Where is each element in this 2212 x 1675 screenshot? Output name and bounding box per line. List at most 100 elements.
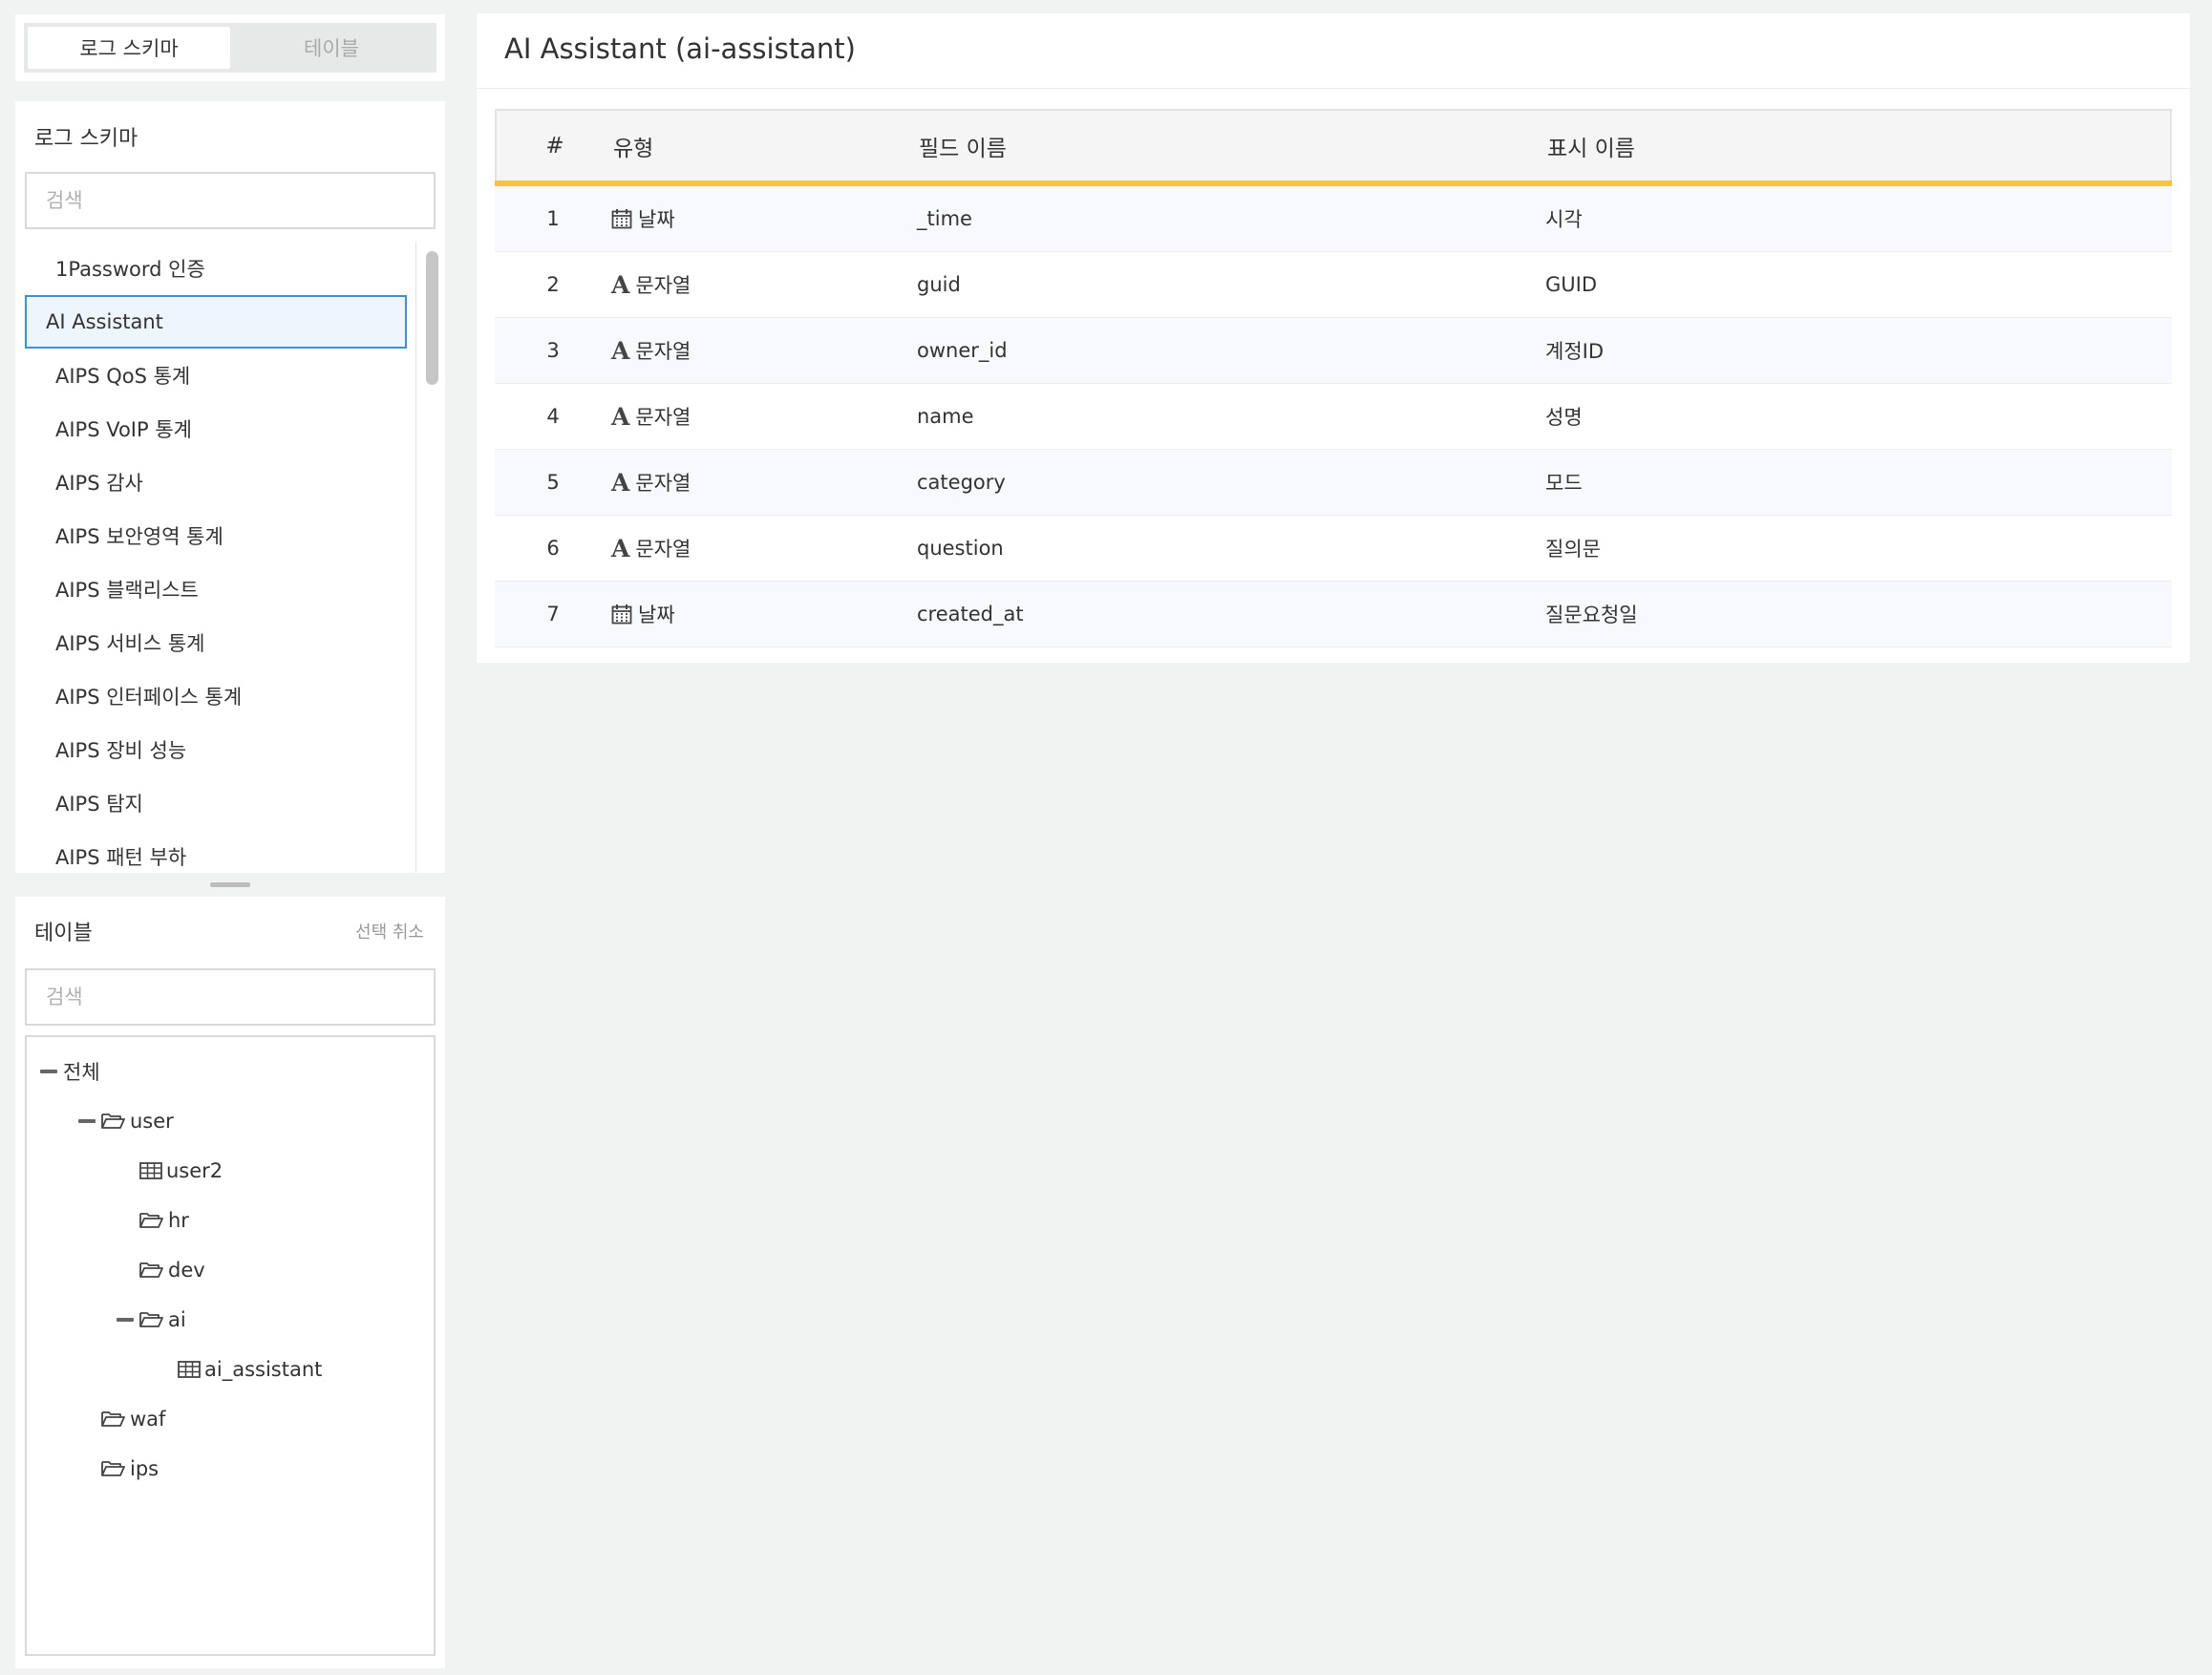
tab-log-schema[interactable]: 로그 스키마 (28, 27, 230, 69)
collapse-icon[interactable] (40, 1070, 57, 1073)
tree-node-ai[interactable]: ai (117, 1301, 186, 1339)
column-header-num[interactable]: # (497, 134, 613, 159)
tree-node-ai-assistant[interactable]: ai_assistant (178, 1350, 322, 1389)
panel-resize-handle[interactable] (210, 882, 250, 887)
schema-item-aips-qos[interactable]: AIPS QoS 통계 (25, 349, 407, 402)
schema-item-label: AIPS 보안영역 통계 (55, 525, 223, 548)
cell-display-name: 모드 (1545, 472, 1583, 495)
log-schema-list: 1Password 인증 AI Assistant AIPS QoS 통계 AI… (15, 242, 416, 873)
tree-node-label: dev (168, 1259, 205, 1282)
string-icon: A (611, 534, 630, 562)
scrollbar-thumb[interactable] (426, 251, 438, 385)
column-header-field[interactable]: 필드 이름 (919, 130, 1547, 162)
cell-display-name: 계정ID (1545, 340, 1605, 363)
schema-item-label: AIPS VoIP 통계 (55, 418, 192, 441)
table-panel: 테이블 선택 취소 전체 user user2 hr dev (15, 897, 445, 1668)
tree-node-dev[interactable]: dev (139, 1251, 205, 1289)
schema-item-aips-detection[interactable]: AIPS 탐지 (25, 776, 407, 830)
table-row[interactable]: 7 날짜 created_at 질문요청일 (495, 582, 2172, 647)
folder-open-icon (139, 1262, 163, 1278)
schema-item-aips-pattern-load[interactable]: AIPS 패턴 부하 (25, 830, 407, 873)
schema-item-label: AIPS 블랙리스트 (55, 579, 199, 602)
schema-item-aips-service[interactable]: AIPS 서비스 통계 (25, 616, 407, 669)
page-title: AI Assistant (ai-assistant) (504, 32, 856, 65)
type-label: 문자열 (635, 538, 691, 561)
collapse-icon[interactable] (78, 1119, 96, 1123)
cell-type: 날짜 (611, 204, 917, 233)
cell-num: 7 (546, 603, 560, 625)
cell-type: 날짜 (611, 600, 917, 628)
schema-item-label: AIPS 장비 성능 (55, 739, 187, 762)
cell-display-name: 질의문 (1545, 538, 1601, 561)
schema-item-aips-interface[interactable]: AIPS 인터페이스 통계 (25, 669, 407, 723)
folder-open-icon (139, 1213, 163, 1228)
log-schema-search-box[interactable] (25, 172, 436, 229)
table-icon (178, 1361, 201, 1378)
cell-field-name: _time (917, 207, 972, 230)
tab-track: 로그 스키마 테이블 (24, 23, 436, 73)
tree-node-root[interactable]: 전체 (40, 1052, 100, 1091)
type-label: 문자열 (635, 340, 691, 363)
column-header-display[interactable]: 표시 이름 (1547, 130, 2170, 162)
tree-node-label: ips (130, 1457, 160, 1480)
table-row[interactable]: 5 A 문자열 category 모드 (495, 450, 2172, 516)
tree-node-label: 전체 (63, 1061, 100, 1084)
table-search-box[interactable] (25, 968, 436, 1026)
cell-type: A 문자열 (611, 468, 917, 497)
schema-item-label: AIPS 패턴 부하 (55, 846, 187, 869)
column-header-type[interactable]: 유형 (613, 130, 919, 162)
schema-item-label: 1Password 인증 (55, 258, 205, 281)
table-row[interactable]: 4 A 문자열 name 성명 (495, 384, 2172, 450)
cell-num: 4 (546, 405, 560, 428)
tree-node-label: hr (168, 1209, 189, 1232)
string-icon: A (611, 270, 630, 299)
folder-open-icon (139, 1312, 163, 1327)
cell-field-name: created_at (917, 603, 1024, 625)
log-schema-panel: 로그 스키마 1Password 인증 AI Assistant AIPS Qo… (15, 101, 445, 873)
schema-item-aips-security-zone[interactable]: AIPS 보안영역 통계 (25, 509, 407, 562)
schema-item-ai-assistant[interactable]: AI Assistant (25, 295, 407, 349)
schema-item-aips-audit[interactable]: AIPS 감사 (25, 456, 407, 509)
tree-node-waf[interactable]: waf (101, 1400, 165, 1438)
tree-node-label: user (130, 1110, 174, 1133)
table-row[interactable]: 6 A 문자열 question 질의문 (495, 516, 2172, 582)
folder-open-icon (101, 1461, 125, 1476)
folder-open-icon (101, 1411, 125, 1427)
schema-item-label: AIPS 탐지 (55, 793, 143, 816)
table-row[interactable]: 1 날짜 _time 시각 (495, 186, 2172, 252)
schema-item-label: AIPS 서비스 통계 (55, 632, 205, 655)
schema-item-label: AIPS 감사 (55, 472, 143, 495)
tree-node-hr[interactable]: hr (139, 1201, 189, 1240)
string-icon: A (611, 468, 630, 497)
cell-num: 2 (546, 273, 560, 296)
tree-node-label: ai_assistant (204, 1358, 323, 1381)
tree-node-label: waf (130, 1408, 166, 1431)
schema-item-1password[interactable]: 1Password 인증 (25, 242, 407, 295)
schema-item-aips-blacklist[interactable]: AIPS 블랙리스트 (25, 562, 407, 616)
cell-display-name: 성명 (1545, 406, 1583, 429)
schema-item-aips-voip[interactable]: AIPS VoIP 통계 (25, 402, 407, 456)
tree-node-user2[interactable]: user2 (139, 1152, 223, 1190)
type-label: 날짜 (638, 208, 675, 231)
table-tree: 전체 user user2 hr dev ai ai_assistant waf… (25, 1035, 436, 1656)
type-label: 문자열 (635, 472, 691, 495)
divider (477, 88, 2190, 89)
cell-field-name: category (917, 471, 1006, 494)
tree-node-user[interactable]: user (78, 1102, 174, 1140)
type-label: 날짜 (638, 604, 675, 626)
table-search-input[interactable] (46, 986, 415, 1008)
schema-item-label: AI Assistant (46, 310, 163, 333)
cell-display-name: GUID (1545, 273, 1598, 296)
cell-num: 3 (546, 339, 560, 362)
tab-table[interactable]: 테이블 (230, 27, 433, 69)
folder-open-icon (101, 1113, 125, 1129)
table-row[interactable]: 3 A 문자열 owner_id 계정ID (495, 318, 2172, 384)
deselect-button[interactable]: 선택 취소 (355, 919, 424, 944)
schema-item-aips-device-perf[interactable]: AIPS 장비 성능 (25, 723, 407, 776)
log-schema-search-input[interactable] (46, 189, 415, 212)
tree-node-ips[interactable]: ips (101, 1450, 159, 1488)
schema-item-label: AIPS 인터페이스 통계 (55, 686, 243, 709)
table-row[interactable]: 2 A 문자열 guid GUID (495, 252, 2172, 318)
collapse-icon[interactable] (117, 1318, 134, 1322)
log-schema-scrollbar[interactable] (422, 242, 441, 873)
